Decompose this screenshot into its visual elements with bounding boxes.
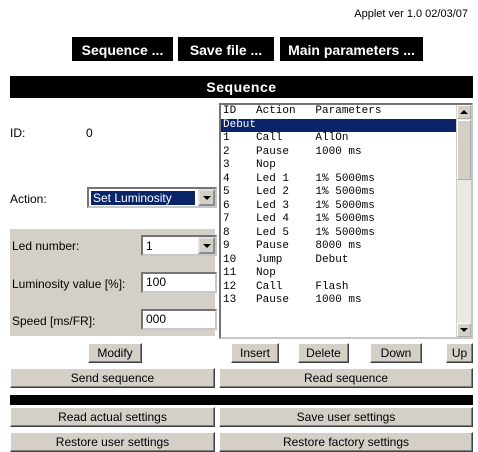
divider-bar: [10, 395, 473, 405]
list-item[interactable]: 3 Nop: [221, 159, 457, 173]
list-item[interactable]: 5 Led 2 1% 5000ms: [221, 186, 457, 200]
id-label: ID:: [10, 126, 26, 140]
list-item[interactable]: 10 Jump Debut: [221, 254, 457, 268]
list-item[interactable]: 1 Call AllOn: [221, 132, 457, 146]
read-sequence-button[interactable]: Read sequence: [219, 368, 473, 388]
save-user-settings-button[interactable]: Save user settings: [219, 407, 473, 427]
up-button[interactable]: Up: [446, 343, 473, 363]
scroll-down-icon[interactable]: [457, 323, 471, 337]
save-file-button[interactable]: Save file ...: [178, 37, 274, 61]
sequence-listbox[interactable]: ID Action Parameters Debut 1 Call AllOn 2 …: [219, 103, 473, 339]
action-label: Action:: [10, 192, 47, 206]
sequence-button[interactable]: Sequence ...: [72, 37, 173, 61]
action-selected-value: Set Luminosity: [91, 191, 195, 205]
list-item[interactable]: 11 Nop: [221, 267, 457, 281]
speed-label: Speed [ms/FR]:: [12, 314, 96, 328]
vertical-scrollbar[interactable]: [456, 105, 471, 337]
speed-input[interactable]: 000: [141, 309, 217, 330]
down-button[interactable]: Down: [370, 343, 422, 363]
luminosity-label: Luminosity value [%]:: [12, 277, 126, 291]
list-item[interactable]: 12 Call Flash: [221, 281, 457, 295]
list-header: ID Action Parameters: [223, 105, 382, 117]
modify-button[interactable]: Modify: [88, 343, 142, 363]
delete-button[interactable]: Delete: [298, 343, 349, 363]
insert-button[interactable]: Insert: [231, 343, 279, 363]
list-item[interactable]: 7 Led 4 1% 5000ms: [221, 213, 457, 227]
list-item[interactable]: 13 Pause 1000 ms: [221, 294, 457, 308]
main-parameters-button[interactable]: Main parameters ...: [280, 37, 423, 61]
applet-version: Applet ver 1.0 02/03/07: [354, 8, 468, 20]
chevron-down-icon[interactable]: [198, 237, 215, 254]
led-number-selected-value: 1: [146, 239, 153, 253]
list-item[interactable]: 9 Pause 8000 ms: [221, 240, 457, 254]
list-item[interactable]: 2 Pause 1000 ms: [221, 146, 457, 160]
list-item[interactable]: 8 Led 5 1% 5000ms: [221, 227, 457, 241]
id-value: 0: [86, 126, 93, 140]
list-item[interactable]: Debut: [221, 118, 457, 132]
chevron-down-icon[interactable]: [198, 189, 215, 206]
list-item[interactable]: 6 Led 3 1% 5000ms: [221, 200, 457, 214]
send-sequence-button[interactable]: Send sequence: [10, 368, 215, 388]
read-actual-settings-button[interactable]: Read actual settings: [10, 407, 215, 427]
scroll-thumb[interactable]: [457, 120, 471, 180]
restore-user-settings-button[interactable]: Restore user settings: [10, 432, 215, 452]
section-title: Sequence: [10, 76, 473, 98]
action-select[interactable]: Set Luminosity: [87, 187, 217, 208]
scroll-up-icon[interactable]: [457, 105, 471, 119]
led-number-label: Led number:: [12, 239, 80, 253]
luminosity-input[interactable]: 100: [141, 272, 217, 293]
led-number-select[interactable]: 1: [141, 235, 217, 256]
list-item[interactable]: 4 Led 1 1% 5000ms: [221, 173, 457, 187]
restore-factory-settings-button[interactable]: Restore factory settings: [219, 432, 473, 452]
